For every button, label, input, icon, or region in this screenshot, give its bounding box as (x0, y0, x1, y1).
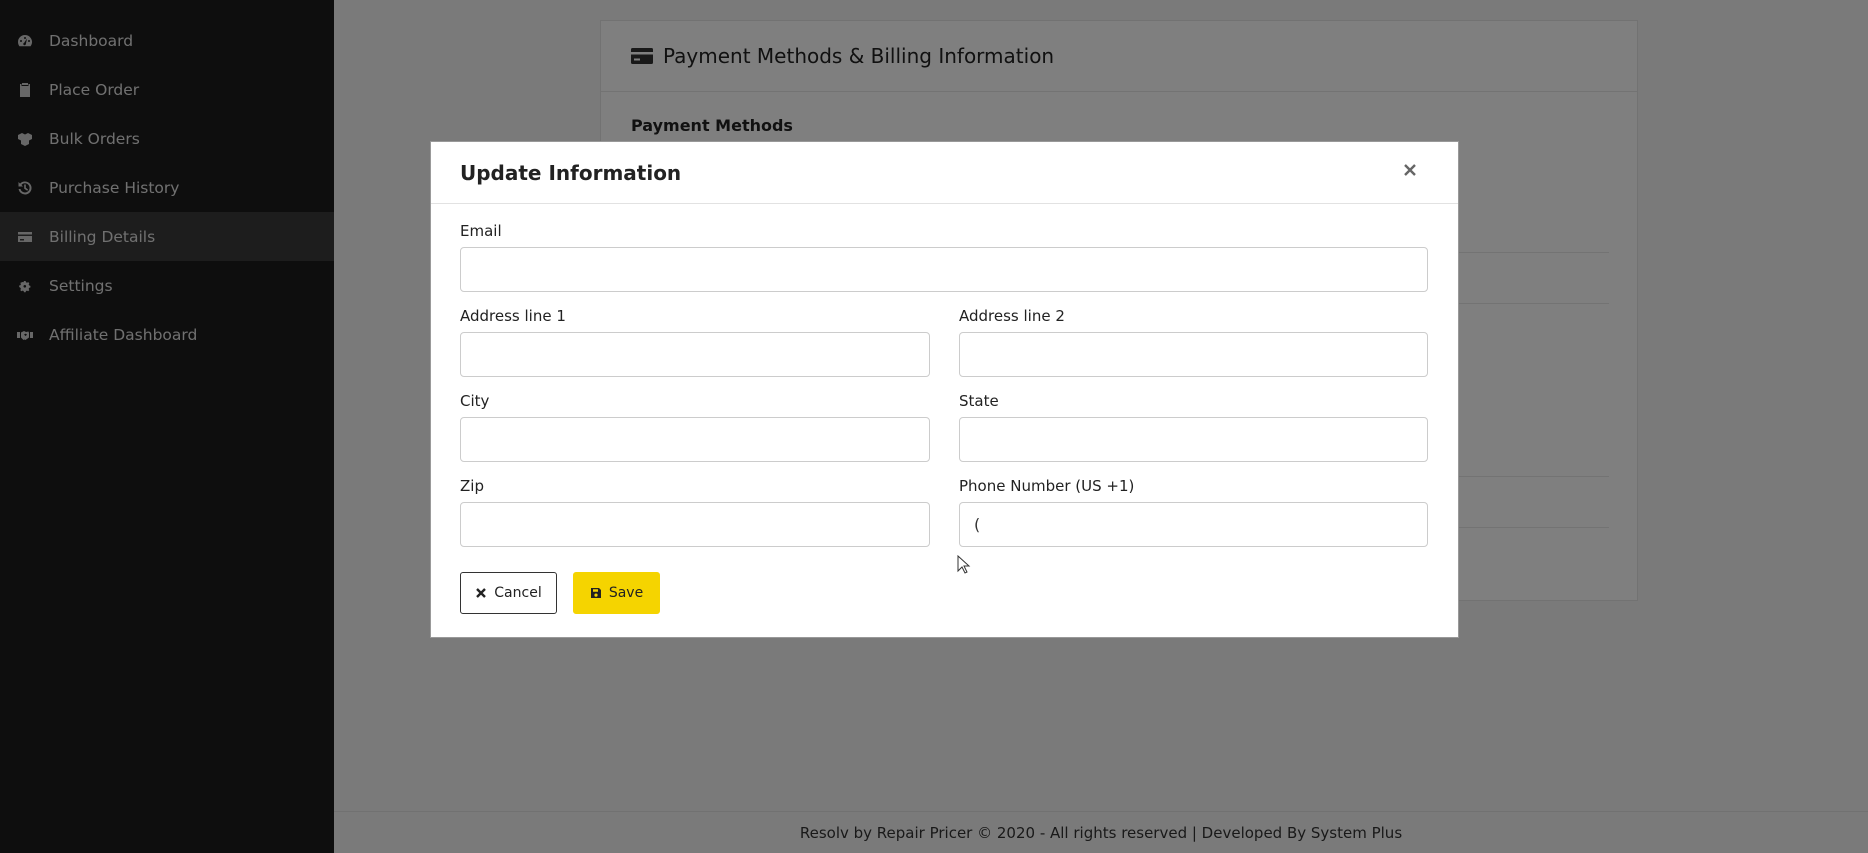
save-button[interactable]: Save (573, 572, 660, 614)
city-label: City (460, 392, 490, 410)
address-line-1-label: Address line 1 (460, 307, 566, 325)
address-line-2-label: Address line 2 (959, 307, 1065, 325)
update-information-modal: Update Information Email Address line 1 … (430, 141, 1459, 638)
address-line-1-field[interactable] (460, 332, 930, 377)
address-line-2-field[interactable] (959, 332, 1428, 377)
phone-number-field[interactable] (959, 502, 1428, 547)
mouse-cursor-icon (957, 555, 971, 574)
city-field[interactable] (460, 417, 930, 462)
cancel-button[interactable]: Cancel (460, 572, 557, 614)
state-field[interactable] (959, 417, 1428, 462)
email-label: Email (460, 222, 502, 240)
cancel-button-label: Cancel (494, 585, 542, 601)
email-field[interactable] (460, 247, 1428, 292)
close-icon (1404, 164, 1416, 176)
close-button[interactable] (1400, 160, 1420, 180)
floppy-disk-icon (590, 588, 601, 598)
zip-label: Zip (460, 477, 484, 495)
save-button-label: Save (608, 585, 644, 601)
modal-title: Update Information (460, 160, 682, 185)
zip-field[interactable] (460, 502, 930, 547)
state-label: State (959, 392, 999, 410)
close-icon (476, 588, 487, 598)
modal-header: Update Information (431, 142, 1458, 204)
phone-number-label: Phone Number (US +1) (959, 477, 1135, 495)
